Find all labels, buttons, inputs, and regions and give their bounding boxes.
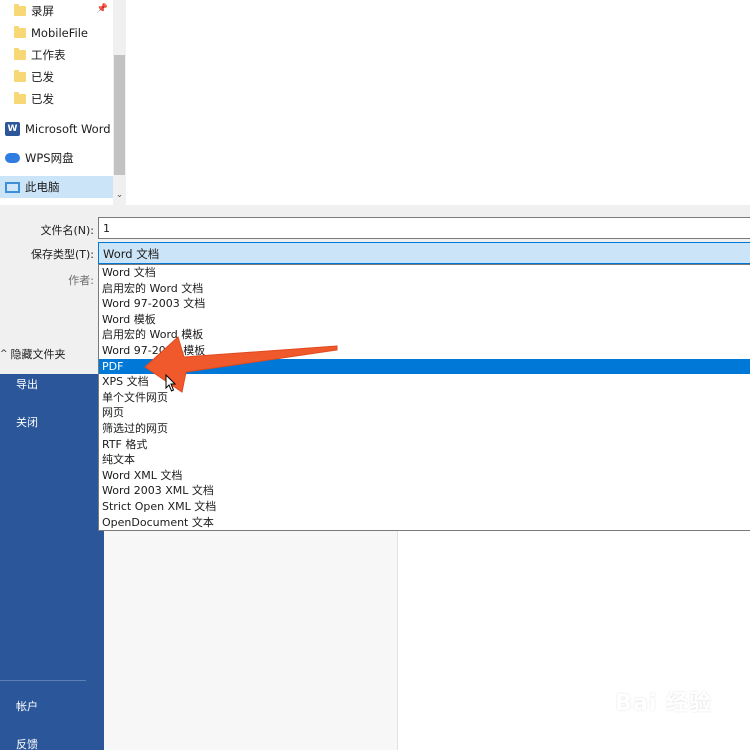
- filetype-select[interactable]: Word 文档: [98, 242, 750, 264]
- chevron-down-icon[interactable]: ⌄: [114, 190, 125, 202]
- filetype-option-web-page[interactable]: 网页: [99, 405, 750, 421]
- tree-item-worksheets[interactable]: 工作表: [0, 44, 113, 66]
- filetype-option-word-template[interactable]: Word 模板: [99, 312, 750, 328]
- filetype-option-word-macro-template[interactable]: 启用宏的 Word 模板: [99, 327, 750, 343]
- nav-account[interactable]: 帐户: [16, 698, 38, 714]
- tree-item-recordings[interactable]: 录屏 📌: [0, 0, 113, 22]
- authors-label: 作者:: [68, 274, 94, 287]
- tree-item-label: 此电脑: [25, 180, 60, 194]
- nav-feedback[interactable]: 反馈: [16, 736, 38, 750]
- watermark-logo: Bai 经验: [615, 691, 712, 716]
- filetype-option-word-97-2003-template[interactable]: Word 97-2003 模板: [99, 343, 750, 359]
- scrollbar-thumb[interactable]: [114, 55, 125, 175]
- hide-folders-label: 隐藏文件夹: [10, 348, 66, 361]
- tree-item-mobilefile[interactable]: MobileFile: [0, 22, 113, 44]
- save-as-dialog: 录屏 📌 MobileFile 工作表 已发 已发 W Microsoft Wo…: [0, 0, 750, 531]
- filetype-option-word-docx[interactable]: Word 文档: [99, 265, 750, 281]
- tree-item-sent-1[interactable]: 已发: [0, 66, 113, 88]
- filetype-option-plain-text[interactable]: 纯文本: [99, 452, 750, 468]
- filetype-option-strict-open-xml[interactable]: Strict Open XML 文档: [99, 499, 750, 515]
- filetype-option-pdf[interactable]: PDF: [99, 358, 750, 375]
- mouse-pointer-icon: [165, 374, 177, 392]
- folder-icon: [14, 70, 26, 82]
- filetype-option-word-97-2003[interactable]: Word 97-2003 文档: [99, 296, 750, 312]
- tree-item-label: WPS网盘: [25, 151, 74, 165]
- folder-icon: [14, 26, 26, 38]
- tree-item-microsoft-word[interactable]: W Microsoft Word: [0, 118, 113, 140]
- filetype-option-single-file-web[interactable]: 单个文件网页: [99, 390, 750, 406]
- filetype-dropdown-list[interactable]: Word 文档 启用宏的 Word 文档 Word 97-2003 文档 Wor…: [98, 264, 750, 531]
- word-icon: W: [5, 122, 20, 136]
- nav-divider: [0, 680, 86, 681]
- folder-icon: [14, 92, 26, 104]
- nav-close[interactable]: 关闭: [16, 414, 38, 430]
- filetype-label: 保存类型(T):: [30, 248, 94, 261]
- file-list[interactable]: [126, 0, 750, 205]
- filename-label: 文件名(N):: [40, 224, 94, 237]
- computer-icon: [5, 181, 20, 193]
- nav-export[interactable]: 导出: [16, 376, 38, 392]
- tree-item-label: 已发: [31, 70, 54, 84]
- filetype-option-word-macro[interactable]: 启用宏的 Word 文档: [99, 281, 750, 297]
- tree-item-sent-2[interactable]: 已发: [0, 88, 113, 110]
- tree-item-this-pc[interactable]: 此电脑: [0, 176, 113, 198]
- folder-icon: [14, 48, 26, 60]
- tree-item-label: MobileFile: [31, 26, 88, 40]
- tree-item-label: 已发: [31, 92, 54, 106]
- tree-item-wps-cloud[interactable]: WPS网盘: [0, 147, 113, 169]
- tree-item-label: 录屏: [31, 4, 54, 18]
- filetype-option-word-xml[interactable]: Word XML 文档: [99, 468, 750, 484]
- filetype-option-opendocument[interactable]: OpenDocument 文本: [99, 515, 750, 531]
- filetype-option-filtered-web[interactable]: 筛选过的网页: [99, 421, 750, 437]
- tree-item-label: Microsoft Word: [25, 122, 111, 136]
- filetype-option-xps[interactable]: XPS 文档: [99, 374, 750, 390]
- navigation-scrollbar[interactable]: ⌄: [113, 0, 126, 205]
- tree-item-label: 工作表: [31, 48, 66, 62]
- watermark-url: jingyan.baidu.com: [619, 719, 712, 730]
- chevron-up-icon: ^: [0, 349, 8, 359]
- pin-icon: 📌: [96, 4, 108, 14]
- filetype-option-word-2003-xml[interactable]: Word 2003 XML 文档: [99, 483, 750, 499]
- filetype-option-rtf[interactable]: RTF 格式: [99, 437, 750, 453]
- hide-folders-toggle[interactable]: ^ 隐藏文件夹: [0, 346, 66, 362]
- watermark: Bai 经验 jingyan.baidu.com: [615, 685, 712, 730]
- navigation-pane: 录屏 📌 MobileFile 工作表 已发 已发 W Microsoft Wo…: [0, 0, 113, 205]
- filename-input[interactable]: [98, 217, 750, 239]
- folder-icon: [14, 4, 26, 16]
- backstage-content-column: [104, 530, 398, 750]
- cloud-icon: [5, 153, 20, 163]
- backstage-nav: 导出 关闭 帐户 反馈: [0, 360, 104, 750]
